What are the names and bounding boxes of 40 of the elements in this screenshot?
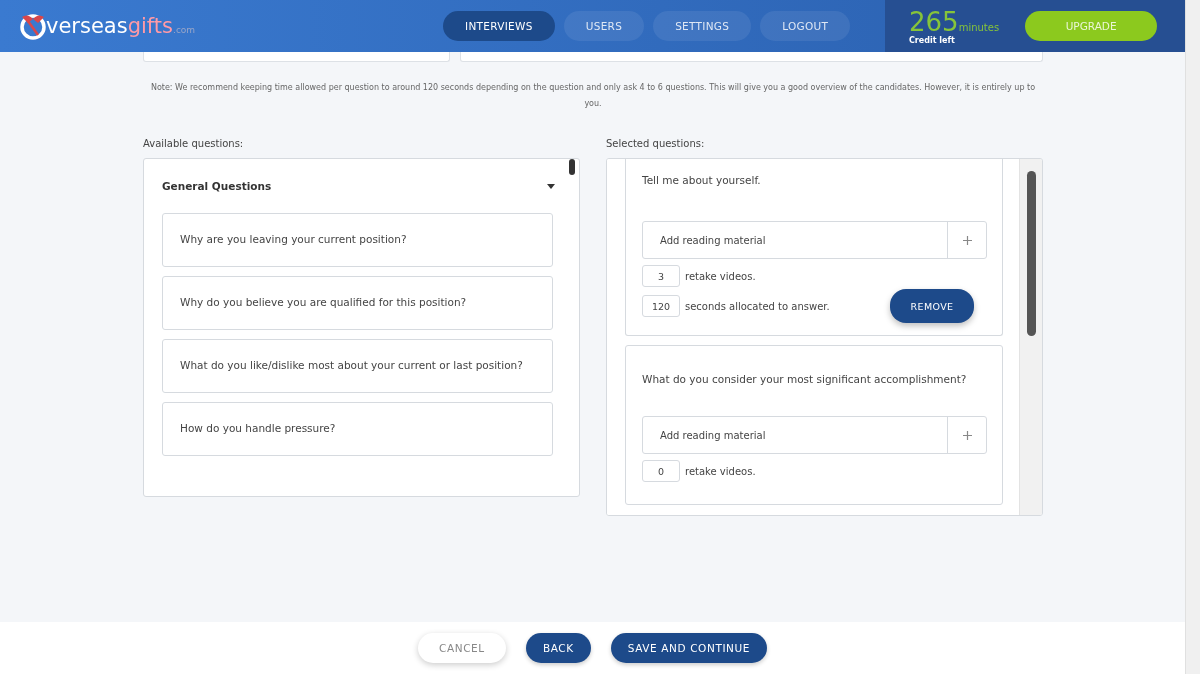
- nav-tab[interactable]: SETTINGS: [653, 11, 752, 41]
- reading-placeholder: Add reading material: [659, 233, 767, 248]
- logo-text: .com: [173, 25, 196, 35]
- reading-placeholder: Add reading material: [659, 428, 767, 443]
- group-title: General Questions: [162, 180, 272, 192]
- question-card[interactable]: How do you handle pressure?: [162, 402, 553, 456]
- nav-tab[interactable]: LOGOUT: [760, 11, 851, 41]
- nav-tab[interactable]: INTERVIEWS: [443, 11, 555, 41]
- section-label: Available questions:: [143, 138, 245, 149]
- question-text: What do you consider your most significant accomplishment?: [642, 372, 968, 386]
- reading-material-field[interactable]: Add reading material: [642, 416, 987, 454]
- credit-unit: minutes: [958, 21, 1000, 33]
- nav-tab[interactable]: USERS: [563, 11, 645, 41]
- credit-amount: 265: [909, 7, 959, 36]
- footer-button[interactable]: SAVE AND CONTINUE: [610, 633, 768, 663]
- seconds-label: seconds allocated to answer.: [685, 300, 830, 312]
- logo-text: gifts: [127, 14, 174, 38]
- ribbon-ring-icon: [18, 11, 48, 41]
- scrollbar-thumb[interactable]: [1027, 171, 1036, 336]
- credit-caption: Credit left: [909, 35, 956, 45]
- retakes-label: retake videos.: [685, 270, 756, 282]
- caret-icon[interactable]: [547, 183, 555, 189]
- plus-icon: [962, 430, 972, 440]
- footer-button[interactable]: BACK: [525, 633, 591, 663]
- plus-icon: [962, 235, 972, 245]
- question-card[interactable]: Why do you believe you are qualified for this position?: [162, 276, 553, 330]
- seconds-input[interactable]: 120: [642, 295, 680, 317]
- remove-button[interactable]: REMOVE: [890, 289, 974, 323]
- question-card[interactable]: Why are you leaving your current position?: [162, 213, 553, 267]
- retakes-input[interactable]: 3: [642, 265, 680, 287]
- reading-material-field[interactable]: Add reading material: [642, 221, 987, 259]
- retakes-label: retake videos.: [685, 465, 756, 477]
- footer-button[interactable]: CANCEL: [417, 633, 506, 663]
- logo-text: verseas: [46, 14, 128, 38]
- scrollbar-thumb[interactable]: [569, 159, 575, 175]
- question-text: Tell me about yourself.: [642, 173, 762, 187]
- note-text: Note: We recommend keeping time allowed per question to around 120 seconds depending on the question and only ask 4 to 6 questions. This will give you a good overview of the candidates. However, it is entirely up to you.: [149, 82, 1037, 110]
- section-label: Selected questions:: [606, 138, 706, 149]
- retakes-input[interactable]: 0: [642, 460, 680, 482]
- question-card[interactable]: What do you like/dislike most about your current or last position?: [162, 339, 553, 393]
